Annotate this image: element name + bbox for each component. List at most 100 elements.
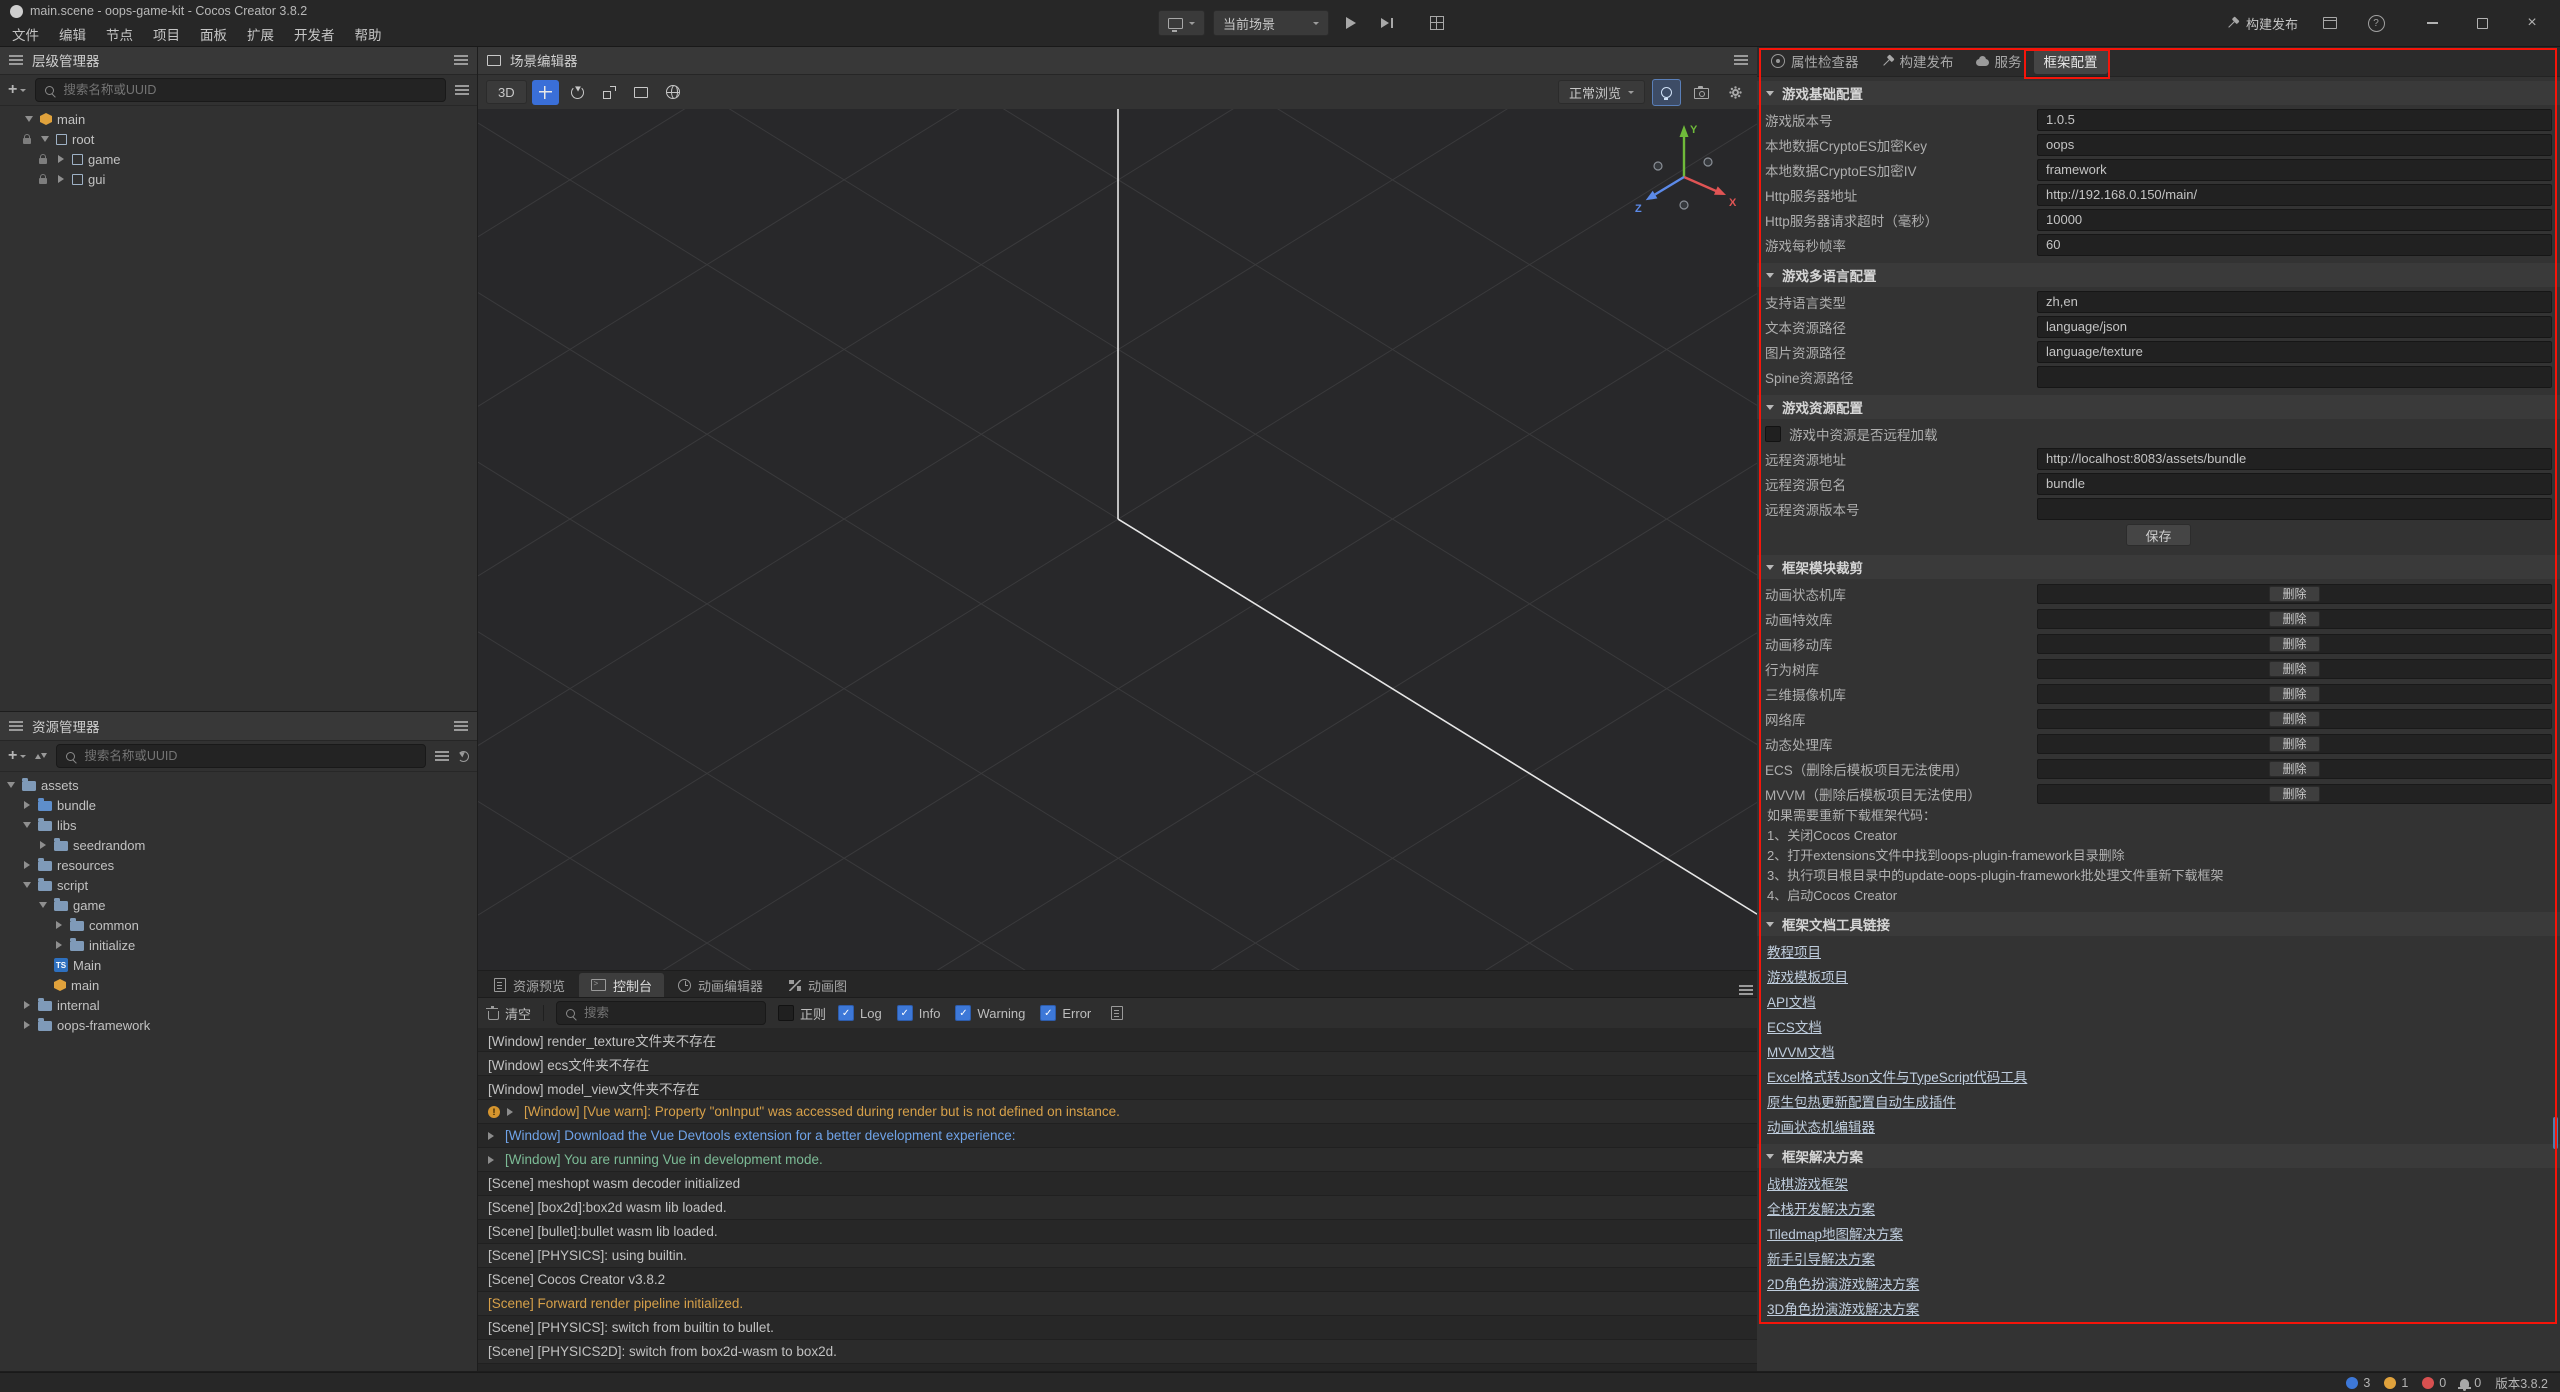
projection-toggle-button[interactable]: 3D <box>486 80 527 104</box>
asset-node-row[interactable]: main <box>0 975 477 995</box>
collapse-arrow-icon[interactable] <box>38 136 51 142</box>
collapse-arrow-icon[interactable] <box>20 882 33 888</box>
console-tab[interactable]: 动画图 <box>777 973 859 997</box>
hierarchy-node-row[interactable]: gui <box>0 169 477 189</box>
lock-icon[interactable] <box>20 135 33 144</box>
delete-button[interactable]: 删除 <box>2269 736 2319 752</box>
console-tab[interactable]: 资源预览 <box>482 973 577 997</box>
delete-button[interactable]: 删除 <box>2269 686 2319 702</box>
panel-menu-icon[interactable] <box>454 59 468 61</box>
checkbox-icon[interactable]: ✓ <box>838 1005 854 1021</box>
console-log-row[interactable]: [Window] render_texture文件夹不存在 <box>478 1028 1757 1052</box>
hierarchy-searchbox[interactable] <box>35 78 446 102</box>
text-input[interactable] <box>2037 498 2552 520</box>
regex-checkbox[interactable] <box>778 1005 794 1021</box>
doc-link[interactable]: MVVM文档 <box>1767 1041 1835 1061</box>
notification-badge[interactable]: 0 <box>2460 1376 2481 1390</box>
console-log-row[interactable]: [Window] Download the Vue Devtools exten… <box>478 1124 1757 1148</box>
create-asset-button[interactable]: + <box>8 748 26 764</box>
expand-arrow-icon[interactable] <box>488 1156 498 1164</box>
text-input[interactable] <box>2037 341 2552 363</box>
expand-arrow-icon[interactable] <box>20 1001 33 1009</box>
asset-node-row[interactable]: game <box>0 895 477 915</box>
package-button[interactable] <box>2316 10 2344 36</box>
warning-count-badge[interactable]: 1 <box>2384 1376 2408 1390</box>
inspector-tab[interactable]: 构建发布 <box>1871 48 1964 74</box>
collapse-arrow-icon[interactable] <box>4 782 17 788</box>
panel-menu-icon[interactable] <box>454 725 468 727</box>
menu-item[interactable]: 文件 <box>2 24 49 44</box>
console-log-row[interactable]: [Scene] [box2d]:box2d wasm lib loaded. <box>478 1196 1757 1220</box>
expand-arrow-icon[interactable] <box>20 861 33 869</box>
asset-node-row[interactable]: seedrandom <box>0 835 477 855</box>
expand-arrow-icon[interactable] <box>36 841 49 849</box>
section-header[interactable]: 框架文档工具链接 <box>1757 912 2560 936</box>
checkbox-icon[interactable]: ✓ <box>897 1005 913 1021</box>
doc-link[interactable]: Tiledmap地图解决方案 <box>1767 1223 1903 1243</box>
sort-icon[interactable] <box>35 750 47 762</box>
hierarchy-filter-icon[interactable] <box>455 89 469 91</box>
delete-button[interactable]: 删除 <box>2269 661 2319 677</box>
hierarchy-node-row[interactable]: main <box>0 109 477 129</box>
transform-space-button[interactable] <box>660 80 687 105</box>
console-tab[interactable]: 动画编辑器 <box>666 973 775 997</box>
collapse-arrow-icon[interactable] <box>22 116 35 122</box>
assets-filter-icon[interactable] <box>435 755 449 757</box>
text-input[interactable] <box>2037 366 2552 388</box>
create-node-button[interactable]: + <box>8 82 26 98</box>
text-input[interactable] <box>2037 184 2552 206</box>
doc-link[interactable]: 3D角色扮演游戏解决方案 <box>1767 1298 1919 1318</box>
doc-link[interactable]: Excel格式转Json文件与TypeScript代码工具 <box>1767 1066 2027 1086</box>
console-log-row[interactable]: [Scene] [PHYSICS2D]: switch from box2d-w… <box>478 1340 1757 1364</box>
step-button[interactable] <box>1373 10 1401 36</box>
console-searchbox[interactable] <box>556 1001 766 1025</box>
text-input[interactable] <box>2037 159 2552 181</box>
console-log-row[interactable]: [Window] [Vue warn]: Property "onInput" … <box>478 1100 1757 1124</box>
preview-platform-select[interactable] <box>1158 10 1205 36</box>
menu-item[interactable]: 项目 <box>143 24 190 44</box>
console-log-row[interactable]: [Scene] Forward render pipeline initiali… <box>478 1292 1757 1316</box>
info-count-badge[interactable]: 3 <box>2346 1376 2370 1390</box>
doc-link[interactable]: 教程项目 <box>1767 941 1821 961</box>
console-filter-error[interactable]: ✓Error <box>1040 1005 1091 1021</box>
text-input[interactable] <box>2037 209 2552 231</box>
delete-button[interactable]: 删除 <box>2269 786 2319 802</box>
delete-button[interactable]: 删除 <box>2269 711 2319 727</box>
console-tab[interactable]: 控制台 <box>579 973 664 997</box>
console-log-row[interactable]: [Scene] [PHYSICS]: switch from builtin t… <box>478 1316 1757 1340</box>
asset-node-row[interactable]: assets <box>0 775 477 795</box>
doc-link[interactable]: 全栈开发解决方案 <box>1767 1198 1875 1218</box>
delete-button[interactable]: 删除 <box>2269 586 2319 602</box>
rotate-tool-button[interactable] <box>564 80 591 105</box>
doc-link[interactable]: 原生包热更新配置自动生成插件 <box>1767 1091 1956 1111</box>
doc-link[interactable]: API文档 <box>1767 991 1816 1011</box>
lock-icon[interactable] <box>36 155 49 164</box>
hierarchy-node-row[interactable]: game <box>0 149 477 169</box>
collapse-arrow-icon[interactable] <box>20 822 33 828</box>
delete-button[interactable]: 删除 <box>2269 761 2319 777</box>
asset-node-row[interactable]: internal <box>0 995 477 1015</box>
move-tool-button[interactable] <box>532 80 559 105</box>
build-publish-button[interactable]: 构建发布 <box>2226 14 2298 33</box>
checkbox-icon[interactable] <box>1765 426 1781 442</box>
delete-button[interactable]: 删除 <box>2269 636 2319 652</box>
orientation-gizmo[interactable]: Y X Z <box>1624 117 1744 237</box>
panel-menu-icon[interactable] <box>1739 989 1753 991</box>
menu-item[interactable]: 扩展 <box>237 24 284 44</box>
inspector-scrollbar-thumb[interactable] <box>2553 1117 2558 1149</box>
asset-node-row[interactable]: TSMain <box>0 955 477 975</box>
asset-node-row[interactable]: initialize <box>0 935 477 955</box>
console-log-row[interactable]: [Window] You are running Vue in developm… <box>478 1148 1757 1172</box>
lock-icon[interactable] <box>36 175 49 184</box>
console-log-row[interactable]: [Scene] Cocos Creator v3.8.2 <box>478 1268 1757 1292</box>
assets-search-input[interactable] <box>82 748 416 764</box>
close-button[interactable]: × <box>2518 10 2546 36</box>
collapse-arrow-icon[interactable] <box>36 902 49 908</box>
scene-settings-button[interactable] <box>1722 80 1749 105</box>
scale-tool-button[interactable] <box>596 80 623 105</box>
clear-console-button[interactable]: 清空 <box>488 1004 531 1023</box>
asset-node-row[interactable]: common <box>0 915 477 935</box>
text-input[interactable] <box>2037 316 2552 338</box>
console-filter-info[interactable]: ✓Info <box>897 1005 941 1021</box>
doc-link[interactable]: 战棋游戏框架 <box>1767 1173 1848 1193</box>
